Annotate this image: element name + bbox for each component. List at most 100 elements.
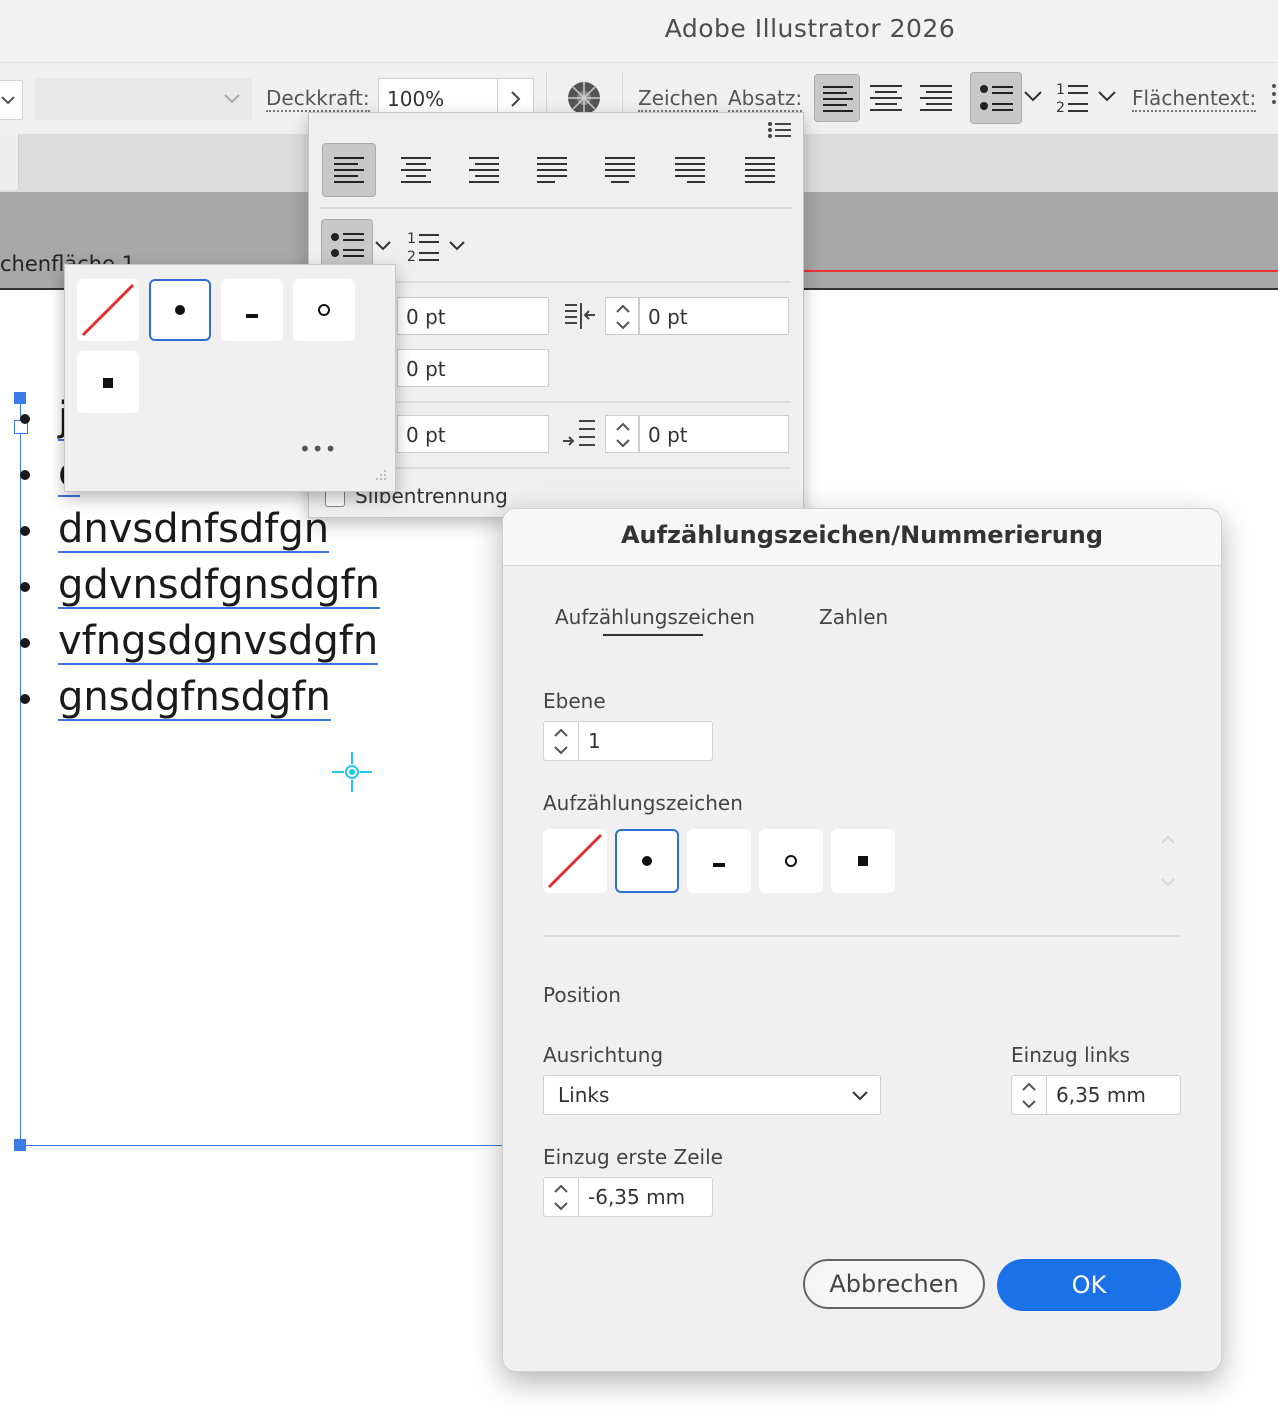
level-stepper[interactable] xyxy=(544,722,579,760)
dialog-bullet-dash[interactable] xyxy=(687,829,751,893)
first-line-indent-value[interactable]: -6,35 mm xyxy=(588,1178,685,1216)
bullet-dot xyxy=(20,638,30,648)
left-indent-stepper[interactable] xyxy=(1012,1076,1047,1114)
bullet-option-none[interactable] xyxy=(77,279,139,341)
cancel-button[interactable]: Abbrechen xyxy=(803,1259,985,1309)
align-center-button[interactable] xyxy=(864,74,908,120)
list-item[interactable]: gnsdgfnsdgfn xyxy=(20,674,331,721)
chevron-down-icon xyxy=(852,1091,868,1101)
space-before-field[interactable]: 0 pt xyxy=(397,415,549,453)
level-field[interactable]: 1 xyxy=(543,721,713,761)
alignment-value[interactable]: Links xyxy=(558,1076,609,1114)
list-item-text[interactable]: gnsdgfnsdgfn xyxy=(58,675,331,721)
dialog-title: Aufzählungszeichen/Nummerierung xyxy=(620,521,1104,549)
bullet-option-dash[interactable] xyxy=(221,279,283,341)
stepper-arrows-icon xyxy=(616,422,630,448)
stepper-arrows-icon xyxy=(554,1184,568,1211)
leftmost-dropdown[interactable] xyxy=(0,80,23,120)
chevron-down-icon xyxy=(1,96,15,105)
justify-last-center-icon[interactable] xyxy=(603,155,637,183)
dialog-bullet-square[interactable] xyxy=(831,829,895,893)
dialog-bullet-none[interactable] xyxy=(543,829,607,893)
list-item-text[interactable]: gdvnsdfgnsdgfn xyxy=(58,563,380,609)
svg-text:2: 2 xyxy=(407,249,416,265)
align-center-icon xyxy=(870,85,902,111)
bullet-dot-icon xyxy=(642,856,652,866)
space-after-icon xyxy=(563,420,595,446)
opacity-value[interactable]: 100% xyxy=(387,87,444,111)
list-item-text[interactable]: vfngsdgnvsdgfn xyxy=(58,619,379,665)
dialog-bullet-bullet[interactable] xyxy=(615,829,679,893)
first-line-indent-stepper[interactable] xyxy=(544,1178,579,1216)
style-dropdown[interactable] xyxy=(34,78,252,120)
divider xyxy=(543,935,1181,937)
active-tab-indicator xyxy=(603,634,703,636)
scroll-arrows-icon[interactable] xyxy=(1157,833,1179,889)
numbered-list-icon[interactable]: 12 xyxy=(1052,78,1092,118)
text-frame-bottom-edge xyxy=(20,1145,520,1146)
panel-menu-icon[interactable] xyxy=(767,121,793,139)
align-right-button[interactable] xyxy=(914,74,958,120)
more-bullets-button[interactable]: ••• xyxy=(299,437,337,461)
level-label: Ebene xyxy=(543,689,606,713)
area-text-link[interactable]: Flächentext: xyxy=(1132,86,1257,112)
frame-handle-bottom-left[interactable] xyxy=(14,1139,26,1151)
left-indent-field[interactable]: 0 pt xyxy=(397,297,549,335)
square-bullet-icon xyxy=(103,378,113,388)
more-options-icon[interactable] xyxy=(1268,82,1278,112)
bullet-dot-icon xyxy=(175,305,185,315)
first-line-indent-field[interactable]: 0 pt xyxy=(397,349,549,387)
bullet-option-square[interactable] xyxy=(77,351,139,413)
level-value[interactable]: 1 xyxy=(588,722,601,760)
space-after-stepper[interactable] xyxy=(605,415,639,453)
first-line-indent-field[interactable]: -6,35 mm xyxy=(543,1177,713,1217)
ok-button[interactable]: OK xyxy=(997,1259,1181,1311)
chevron-down-icon xyxy=(224,94,240,104)
panel-align-left-button[interactable] xyxy=(322,143,376,197)
dialog-bullet-circle[interactable] xyxy=(759,829,823,893)
bullets-numbering-dialog: Aufzählungszeichen/Nummerierung Aufzählu… xyxy=(502,508,1222,1372)
justify-last-right-icon[interactable] xyxy=(673,155,707,183)
character-link[interactable]: Zeichen xyxy=(638,86,719,112)
alignment-select[interactable]: Links xyxy=(543,1075,881,1115)
align-left-button[interactable] xyxy=(814,74,860,122)
align-center-icon[interactable] xyxy=(399,155,433,183)
left-indent-field[interactable]: 6,35 mm xyxy=(1011,1075,1181,1115)
paragraph-link[interactable]: Absatz: xyxy=(728,86,803,112)
stepper-arrows-icon xyxy=(616,304,630,330)
list-item[interactable]: vfngsdgnvsdgfn xyxy=(20,618,379,665)
opacity-label[interactable]: Deckkraft: xyxy=(266,86,370,112)
document-tab[interactable] xyxy=(0,134,19,190)
space-after-field[interactable]: 0 pt xyxy=(639,415,789,453)
bullet-option-bullet[interactable] xyxy=(149,279,211,341)
list-item[interactable]: j xyxy=(20,394,70,441)
none-slash-icon xyxy=(547,833,603,889)
dash-icon xyxy=(713,863,725,867)
chevron-down-icon[interactable] xyxy=(1022,86,1044,106)
resize-grip-icon[interactable] xyxy=(371,467,389,485)
chevron-down-icon[interactable] xyxy=(1096,86,1118,106)
list-item[interactable]: dnvsdnfsdfgn xyxy=(20,506,330,553)
left-indent-value[interactable]: 6,35 mm xyxy=(1056,1076,1146,1114)
bullet-option-circle[interactable] xyxy=(293,279,355,341)
chevron-down-icon[interactable] xyxy=(373,237,393,255)
bullet-char-label: Aufzählungszeichen xyxy=(543,791,743,815)
tab-numbers[interactable]: Zahlen xyxy=(819,605,888,629)
stepper-arrows-icon xyxy=(554,728,568,755)
list-item-text[interactable]: dnvsdnfsdfgn xyxy=(58,507,330,553)
bullets-button[interactable] xyxy=(970,72,1022,124)
align-right-icon[interactable] xyxy=(467,155,501,183)
right-indent-stepper[interactable] xyxy=(605,297,639,335)
recolor-artwork-icon[interactable] xyxy=(566,80,602,116)
chevron-down-icon[interactable] xyxy=(447,237,467,255)
justify-last-left-icon[interactable] xyxy=(535,155,569,183)
list-item[interactable]: gdvnsdfgnsdgfn xyxy=(20,562,380,609)
justify-all-icon[interactable] xyxy=(743,155,777,183)
numbered-list-icon[interactable]: 12 xyxy=(403,227,443,267)
tab-bullets[interactable]: Aufzählungszeichen xyxy=(555,605,755,629)
bullet-dot xyxy=(20,582,30,592)
right-indent-field[interactable]: 0 pt xyxy=(639,297,789,335)
app-title: Adobe Illustrator 2026 xyxy=(664,14,956,43)
dash-icon xyxy=(246,314,258,318)
center-point-icon[interactable] xyxy=(330,750,374,794)
